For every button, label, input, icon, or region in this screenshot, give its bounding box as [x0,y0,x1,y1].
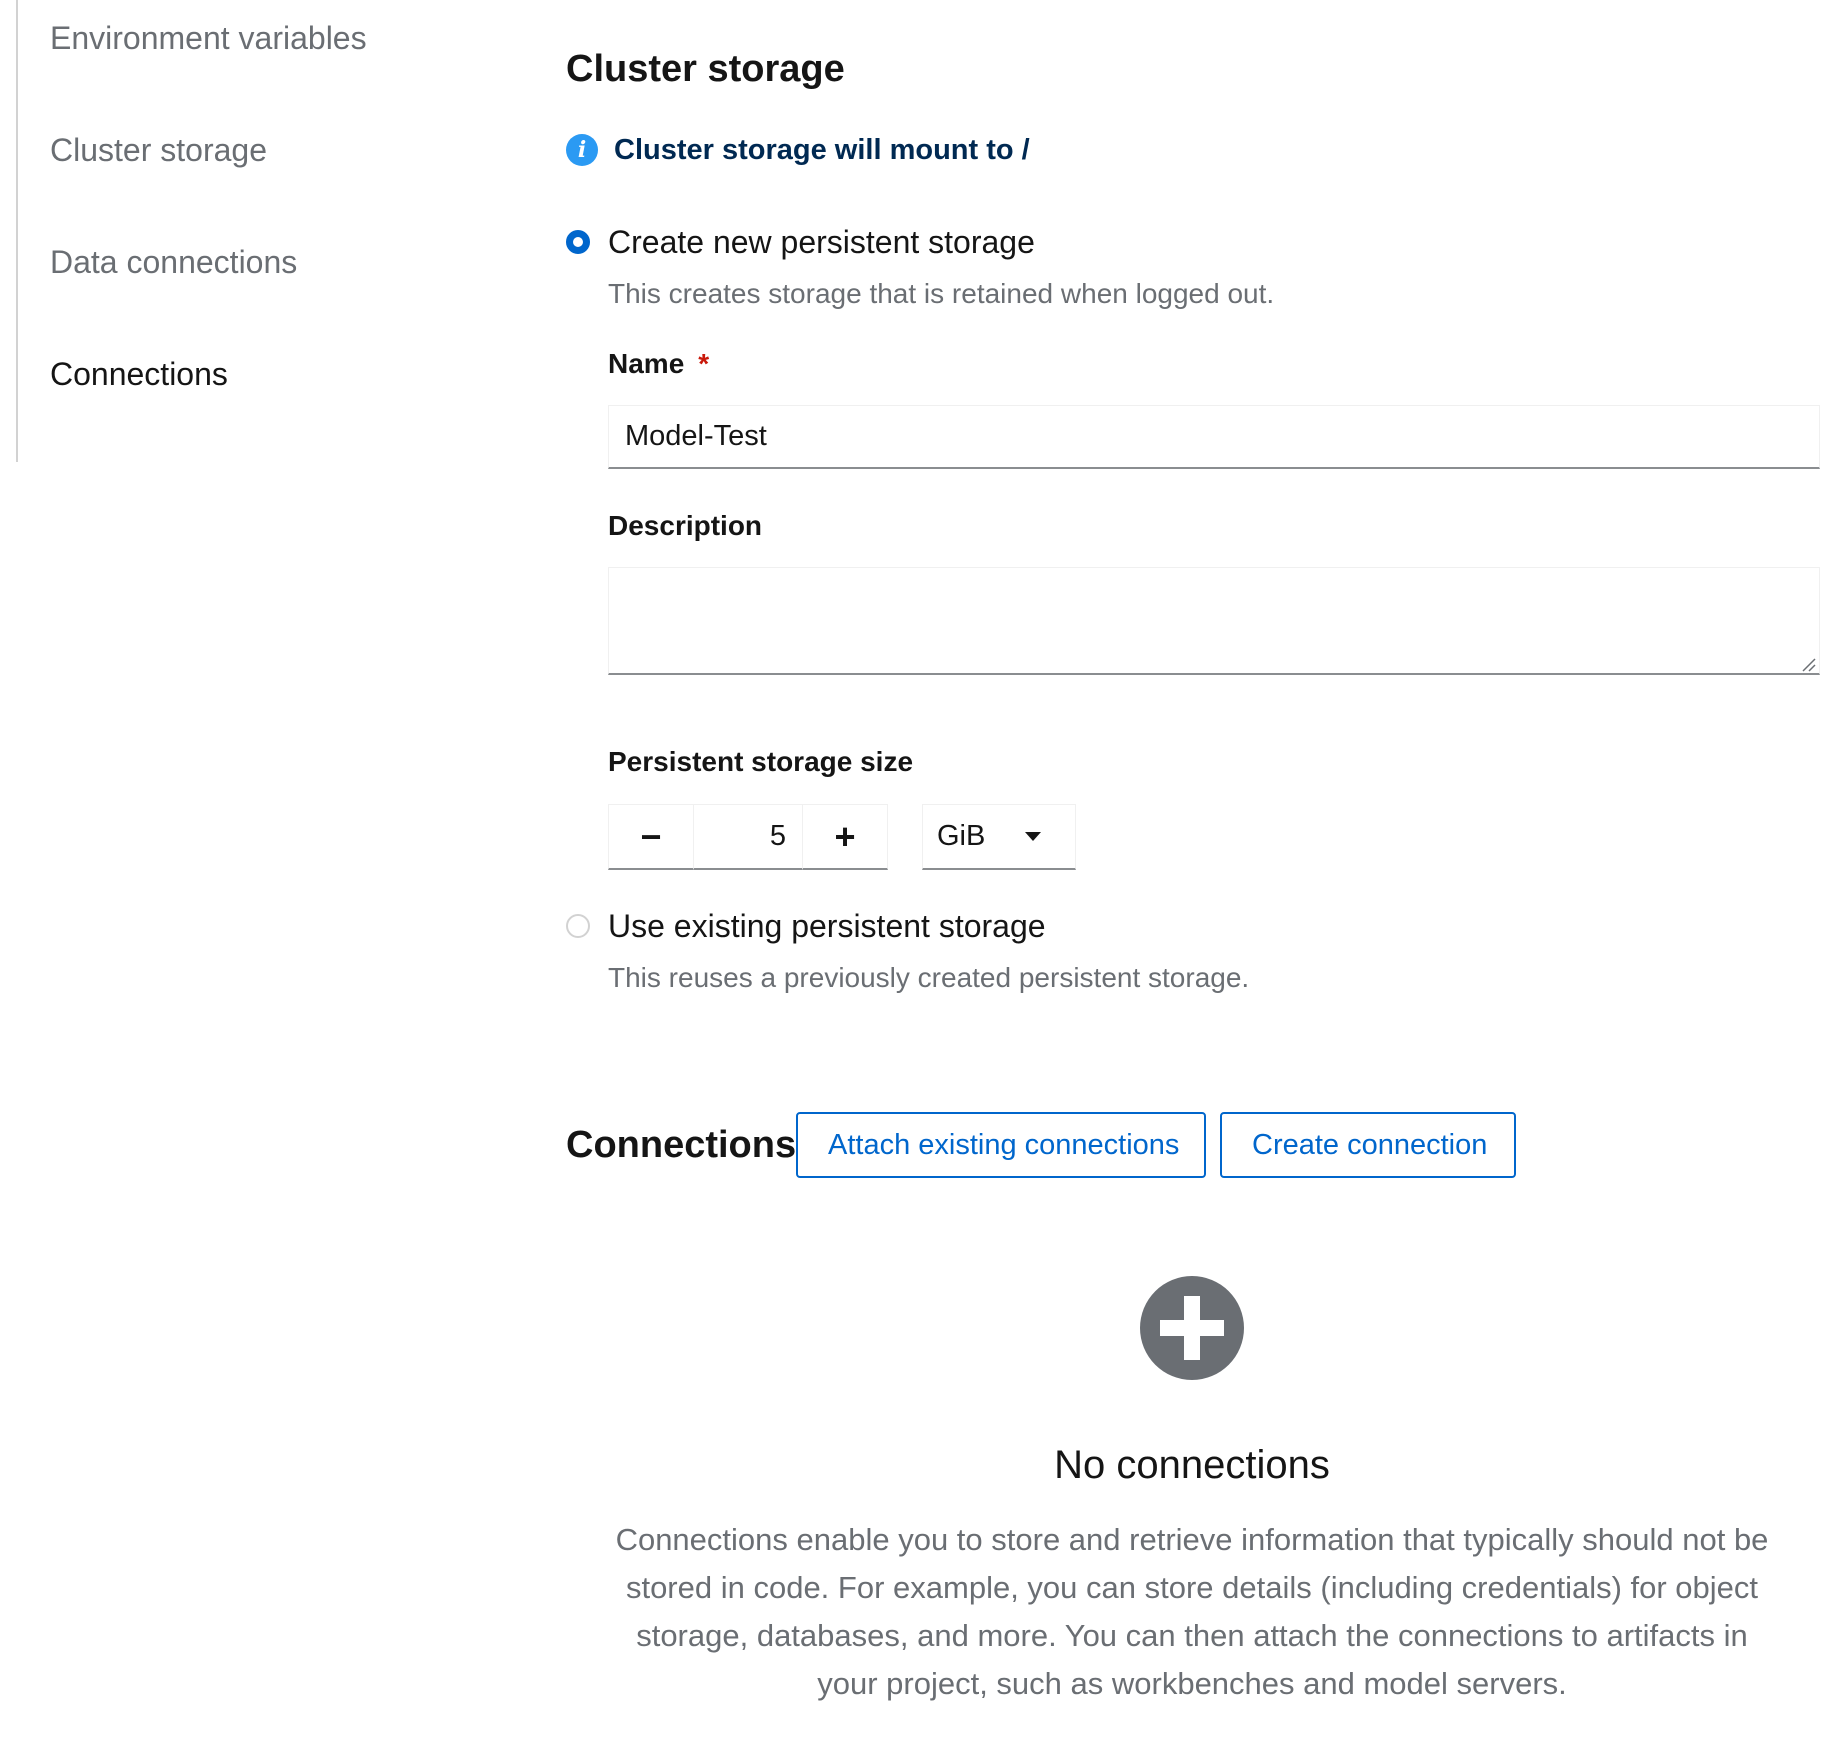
use-existing-storage-description: This reuses a previously created persist… [608,962,1250,993]
attach-existing-connections-button[interactable]: Attach existing connections [796,1112,1206,1178]
jump-link-connections[interactable]: Connections [50,354,228,394]
caret-down-icon [1025,832,1041,841]
storage-unit-select[interactable]: GiB [922,804,1076,870]
description-textarea[interactable] [608,567,1820,675]
jump-links-nav: Environment variables Cluster storage Da… [16,0,438,462]
storage-size-value[interactable]: 5 [694,804,802,870]
storage-unit-value: GiB [937,820,986,852]
name-field-label: Name * [608,346,709,382]
create-new-storage-option[interactable]: Create new persistent storage [566,222,1035,262]
decrement-button[interactable]: − [608,804,694,870]
required-marker: * [698,348,710,379]
connections-title: Connections [566,1124,797,1166]
name-input[interactable] [608,405,1820,469]
create-new-storage-label: Create new persistent storage [608,224,1035,260]
jump-link-environment-variables[interactable]: Environment variables [50,18,367,58]
info-icon: i [566,134,598,166]
use-existing-storage-option[interactable]: Use existing persistent storage [566,906,1046,946]
empty-state-body: Connections enable you to store and retr… [615,1522,1769,1701]
cluster-storage-title: Cluster storage [566,48,845,90]
plus-circle-icon [1140,1276,1244,1380]
storage-size-stepper: − 5 + [608,804,888,870]
storage-size-label: Persistent storage size [608,746,914,777]
jump-link-data-connections[interactable]: Data connections [50,242,297,282]
name-label-text: Name [608,348,685,379]
jump-link-cluster-storage[interactable]: Cluster storage [50,130,267,170]
empty-state-title: No connections [1054,1443,1330,1487]
create-new-storage-radio[interactable] [566,230,590,254]
mount-info-alert: i Cluster storage will mount to / [566,128,1030,172]
description-field-label: Description [608,510,763,541]
use-existing-storage-radio[interactable] [566,914,590,938]
create-connection-button[interactable]: Create connection [1220,1112,1516,1178]
mount-info-text: Cluster storage will mount to / [614,133,1030,166]
use-existing-storage-label: Use existing persistent storage [608,908,1046,944]
create-new-storage-description: This creates storage that is retained wh… [608,278,1275,309]
increment-button[interactable]: + [802,804,888,870]
